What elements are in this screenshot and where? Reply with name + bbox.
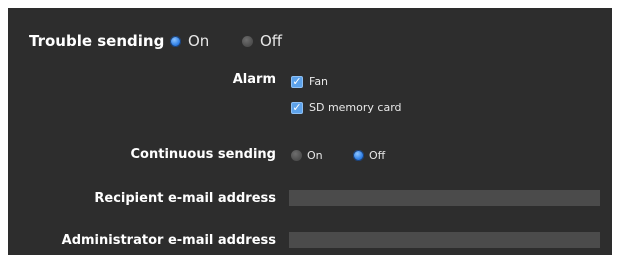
admin-email-label: Administrator e-mail address [61,233,276,248]
continuous-sending-on-label[interactable]: On [307,149,323,162]
trouble-sending-off-radio[interactable] [242,36,253,47]
alarm-label: Alarm [232,72,276,87]
trouble-sending-off-label[interactable]: Off [260,32,282,50]
continuous-sending-on-radio[interactable] [291,150,302,161]
alarm-sd-card-label[interactable]: SD memory card [309,101,402,114]
recipient-email-label: Recipient e-mail address [94,191,276,206]
alarm-fan-label[interactable]: Fan [309,75,328,88]
continuous-sending-off-label[interactable]: Off [369,149,385,162]
admin-email-input[interactable] [289,232,600,248]
alarm-sd-card-checkbox[interactable]: ✓ [291,102,303,114]
trouble-sending-on-radio[interactable] [170,36,181,47]
continuous-sending-off-radio[interactable] [353,150,364,161]
trouble-sending-label: Trouble sending [29,32,165,50]
recipient-email-input[interactable] [289,190,600,206]
continuous-sending-label: Continuous sending [130,147,277,162]
trouble-sending-on-label[interactable]: On [188,32,209,50]
alarm-fan-checkbox[interactable]: ✓ [291,76,303,88]
mail-settings-panel: Trouble sending On Off Alarm ✓ Fan ✓ SD … [8,8,612,255]
